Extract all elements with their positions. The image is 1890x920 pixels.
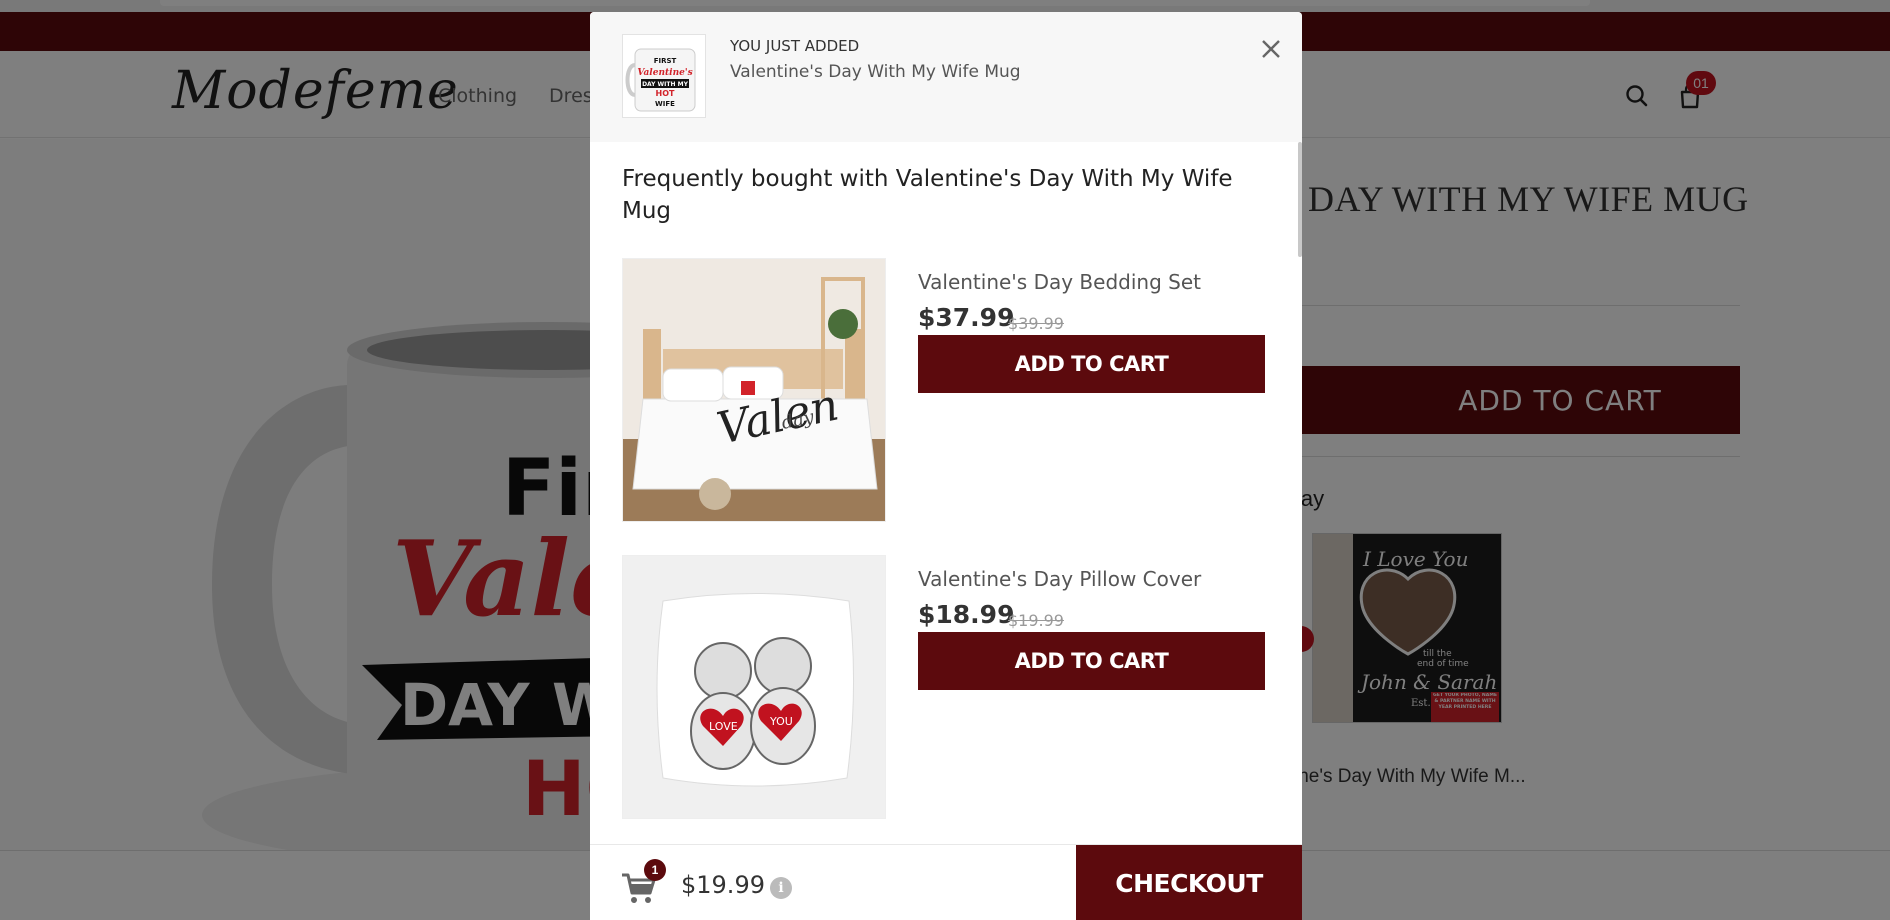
upsell-item-compare-price: $39.99 (1008, 314, 1064, 333)
bedding-set-image[interactable]: Valen day (622, 258, 886, 522)
added-product-name: Valentine's Day With My Wife Mug (730, 62, 1021, 82)
added-product-thumbnail: FIRST Valentine's DAY WITH MY HOT WIFE (622, 34, 706, 118)
added-to-cart-modal: FIRST Valentine's DAY WITH MY HOT WIFE Y… (590, 12, 1302, 920)
upsell-add-to-cart-button[interactable]: ADD TO CART (918, 632, 1265, 690)
thumb-text: Valentine's (637, 68, 692, 78)
upsell-item-price: $18.99 (918, 600, 1015, 629)
cart-total: $19.99 (681, 871, 765, 899)
thumb-text: WIFE (655, 100, 675, 108)
upsell-item-name[interactable]: Valentine's Day Pillow Cover (918, 567, 1201, 591)
upsell-item-price: $37.99 (918, 303, 1015, 332)
added-kicker: YOU JUST ADDED (730, 37, 860, 55)
upsell-item-compare-price: $19.99 (1008, 611, 1064, 630)
pillow-cover-image[interactable]: LOVE YOU (622, 555, 886, 819)
thumb-text: HOT (656, 89, 675, 98)
upsell-item-bedding: Valen day Valentine's Day Bedding Set $3… (622, 258, 1272, 522)
modal-scrollbar[interactable] (1298, 142, 1302, 257)
checkout-button[interactable]: CHECKOUT (1076, 845, 1302, 920)
pillow-heart-text: LOVE (709, 720, 738, 733)
info-icon[interactable]: i (770, 877, 792, 899)
modal-footer: 1 $19.99 i CHECKOUT (590, 844, 1302, 920)
upsell-item-pillow: LOVE YOU Valentine's Day Pillow Cover $1… (622, 555, 1272, 819)
upsell-item-name[interactable]: Valentine's Day Bedding Set (918, 270, 1201, 294)
footer-cart-count-badge: 1 (644, 859, 666, 881)
thumb-text: DAY WITH MY (642, 81, 689, 88)
upsell-add-to-cart-button[interactable]: ADD TO CART (918, 335, 1265, 393)
pillow-heart-text: YOU (769, 715, 793, 728)
modal-header: FIRST Valentine's DAY WITH MY HOT WIFE Y… (590, 12, 1302, 142)
close-icon (1262, 40, 1280, 58)
frequently-bought-title: Frequently bought with Valentine's Day W… (622, 166, 1233, 224)
thumb-text: FIRST (654, 57, 677, 65)
close-modal-button[interactable] (1254, 32, 1288, 66)
